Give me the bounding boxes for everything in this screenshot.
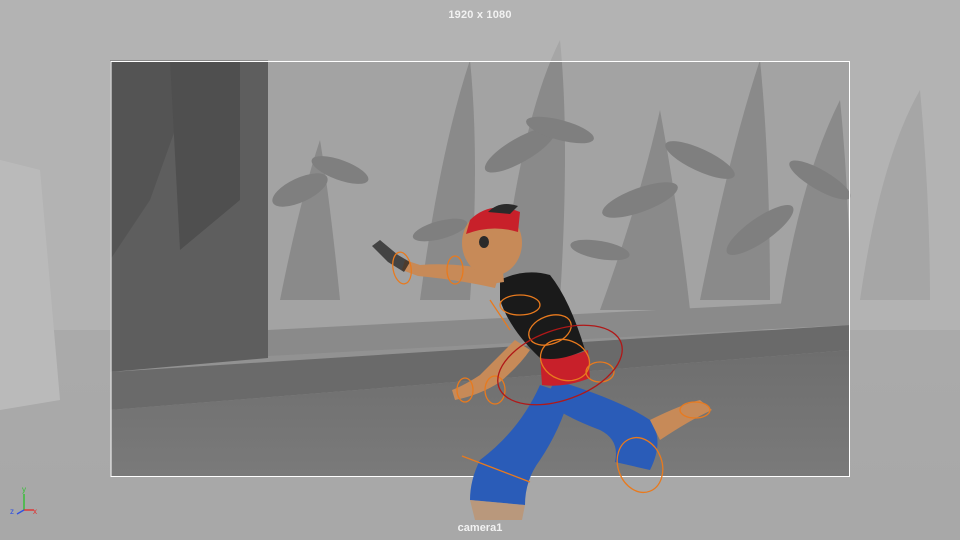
x-axis-label: x	[33, 507, 37, 516]
maya-viewport[interactable]: y x z	[0, 0, 960, 540]
z-axis-label: z	[10, 507, 14, 516]
camera-name-label: camera1	[457, 522, 503, 534]
y-axis-label: y	[22, 485, 26, 494]
resolution-label: 1920 x 1080	[448, 9, 512, 21]
viewport-scene[interactable]: y x z	[0, 0, 960, 540]
